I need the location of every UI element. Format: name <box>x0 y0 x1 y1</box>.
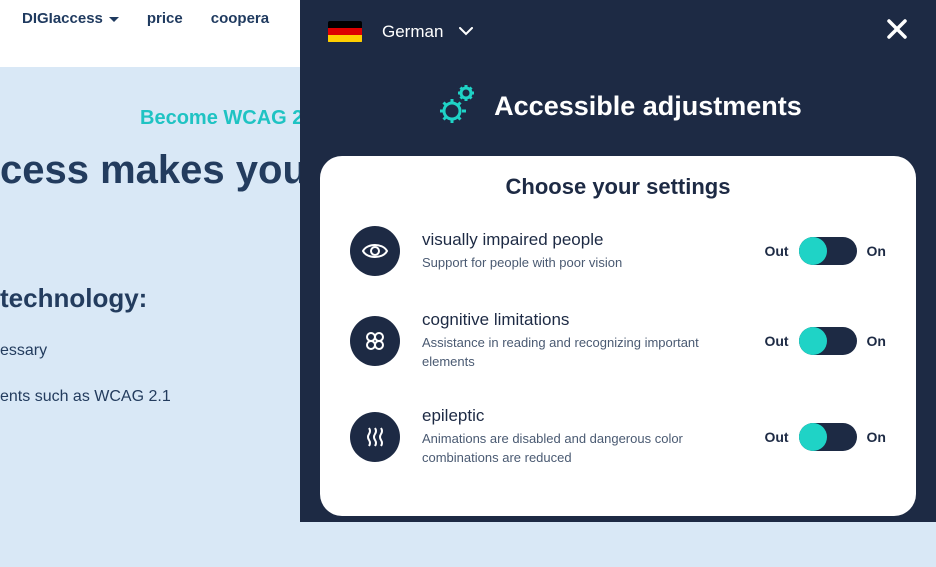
toggle-cognitive[interactable] <box>799 327 857 355</box>
nav-label: coopera <box>211 10 269 27</box>
nav-item-cooperation[interactable]: coopera <box>211 10 269 27</box>
accessibility-panel: German Accessible adjustments Choose you… <box>300 0 936 522</box>
brain-icon <box>350 316 400 366</box>
setting-name: epileptic <box>422 406 742 426</box>
toggle-epileptic[interactable] <box>799 423 857 451</box>
toggle-visually-impaired[interactable] <box>799 237 857 265</box>
nav-item-digiaccess[interactable]: DIGIaccess <box>22 10 119 27</box>
setting-row-epileptic: epileptic Animations are disabled and da… <box>350 406 886 468</box>
wave-icon <box>350 412 400 462</box>
panel-header: German <box>300 0 936 53</box>
eye-icon <box>350 226 400 276</box>
setting-name: visually impaired people <box>422 230 742 250</box>
setting-text: visually impaired people Support for peo… <box>422 230 742 273</box>
toggle-out-label: Out <box>764 429 788 445</box>
nav-label: DIGIaccess <box>22 10 103 27</box>
toggle-group: Out On <box>764 327 886 355</box>
setting-desc: Assistance in reading and recognizing im… <box>422 334 742 372</box>
toggle-on-label: On <box>867 333 886 349</box>
setting-text: cognitive limitations Assistance in read… <box>422 310 742 372</box>
flag-germany-icon <box>328 21 362 43</box>
nav-item-price[interactable]: price <box>147 10 183 27</box>
chevron-down-icon[interactable] <box>459 23 473 41</box>
settings-card: Choose your settings visually impaired p… <box>320 156 916 516</box>
nav-label: price <box>147 10 183 27</box>
setting-desc: Support for people with poor vision <box>422 254 742 273</box>
toggle-on-label: On <box>867 429 886 445</box>
setting-text: epileptic Animations are disabled and da… <box>422 406 742 468</box>
toggle-group: Out On <box>764 423 886 451</box>
card-title: Choose your settings <box>350 174 886 200</box>
toggle-group: Out On <box>764 237 886 265</box>
panel-title: Accessible adjustments <box>494 91 802 122</box>
gears-icon <box>434 81 480 132</box>
setting-name: cognitive limitations <box>422 310 742 330</box>
close-icon[interactable] <box>886 18 908 45</box>
setting-row-cognitive: cognitive limitations Assistance in read… <box>350 310 886 372</box>
setting-row-visually-impaired: visually impaired people Support for peo… <box>350 226 886 276</box>
caret-down-icon <box>109 10 119 27</box>
setting-desc: Animations are disabled and dangerous co… <box>422 430 742 468</box>
toggle-out-label: Out <box>764 333 788 349</box>
toggle-out-label: Out <box>764 243 788 259</box>
panel-title-row: Accessible adjustments <box>300 81 936 132</box>
language-selector-label: German <box>382 22 443 42</box>
toggle-on-label: On <box>867 243 886 259</box>
